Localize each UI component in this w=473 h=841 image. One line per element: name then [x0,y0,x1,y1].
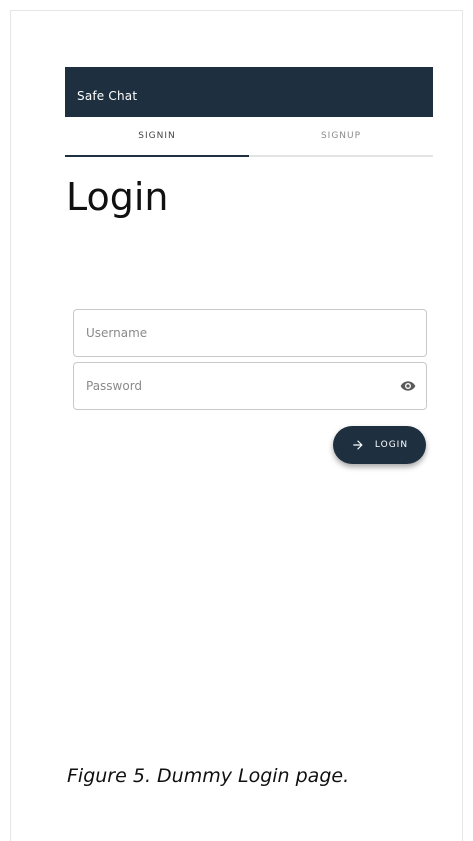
login-button[interactable]: LOGIN [333,426,426,464]
username-field-container [73,309,427,357]
arrow-right-icon [351,438,365,452]
tab-signin-label: SIGNIN [138,131,176,141]
tab-signup[interactable]: SIGNUP [249,117,433,155]
active-tab-indicator [65,155,249,157]
app-bar: Safe Chat [65,67,433,117]
password-field-container [73,362,427,410]
password-input[interactable] [74,363,426,409]
eye-icon[interactable] [400,378,416,394]
app-title: Safe Chat [77,89,138,103]
tab-signin[interactable]: SIGNIN [65,117,249,157]
username-input[interactable] [74,310,426,356]
auth-tabs: SIGNIN SIGNUP [65,117,433,157]
login-button-label: LOGIN [374,440,409,450]
tab-signup-label: SIGNUP [320,131,362,141]
page-title: Login [66,175,169,219]
figure-caption: Figure 5. Dummy Login page. [67,765,350,787]
